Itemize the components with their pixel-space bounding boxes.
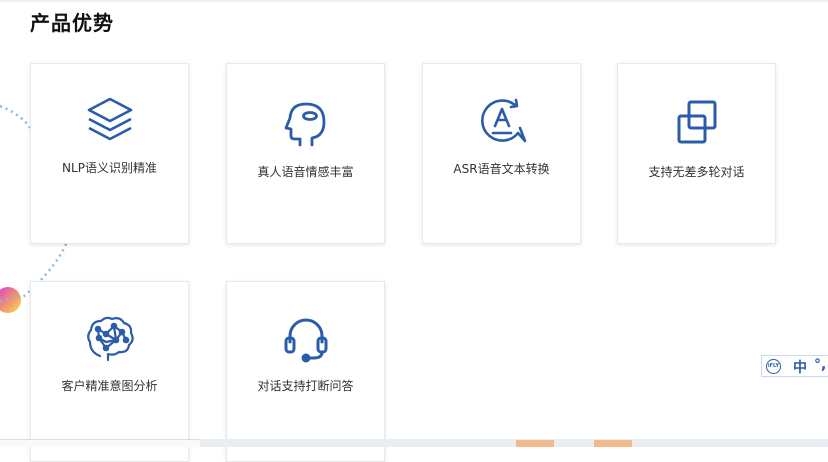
brain-network-icon bbox=[86, 316, 134, 362]
bottom-taskbar-strip bbox=[0, 439, 828, 447]
feature-label: 客户精准意图分析 bbox=[61, 379, 158, 393]
feature-label: 支持无差多轮对话 bbox=[648, 165, 745, 179]
taskbar-item[interactable] bbox=[516, 440, 554, 447]
feature-label: 真人语音情感丰富 bbox=[257, 165, 354, 179]
ime-punctuation-toggle[interactable]: °, bbox=[814, 357, 826, 373]
top-divider bbox=[0, 0, 828, 2]
feature-card-voice: 真人语音情感丰富 bbox=[226, 63, 385, 244]
gradient-dot bbox=[0, 287, 21, 313]
feature-card-asr: ASR语音文本转换 bbox=[422, 63, 581, 244]
headset-icon bbox=[284, 318, 327, 363]
feature-card-nlp: NLP语义识别精准 bbox=[30, 63, 189, 244]
ime-language-toggle[interactable]: 中 bbox=[793, 357, 807, 377]
feature-label: NLP语义识别精准 bbox=[62, 161, 157, 175]
feature-card-interrupt: 对话支持打断问答 bbox=[226, 281, 385, 462]
feature-label: 对话支持打断问答 bbox=[257, 379, 354, 393]
speech-text-icon bbox=[480, 98, 526, 143]
section-title: 产品优势 bbox=[30, 11, 114, 35]
feature-card-intent: 客户精准意图分析 bbox=[30, 281, 189, 462]
ifly-logo-icon[interactable]: iFLY bbox=[766, 359, 781, 374]
feature-label: ASR语音文本转换 bbox=[453, 162, 550, 176]
layers-icon bbox=[87, 97, 132, 141]
ime-toolbar[interactable]: iFLY 中 °, bbox=[761, 355, 828, 377]
taskbar-segment bbox=[0, 439, 200, 447]
taskbar-item[interactable] bbox=[594, 440, 632, 447]
overlap-squares-icon bbox=[677, 100, 716, 144]
human-head-icon bbox=[284, 102, 325, 147]
feature-card-dialog: 支持无差多轮对话 bbox=[617, 63, 776, 244]
